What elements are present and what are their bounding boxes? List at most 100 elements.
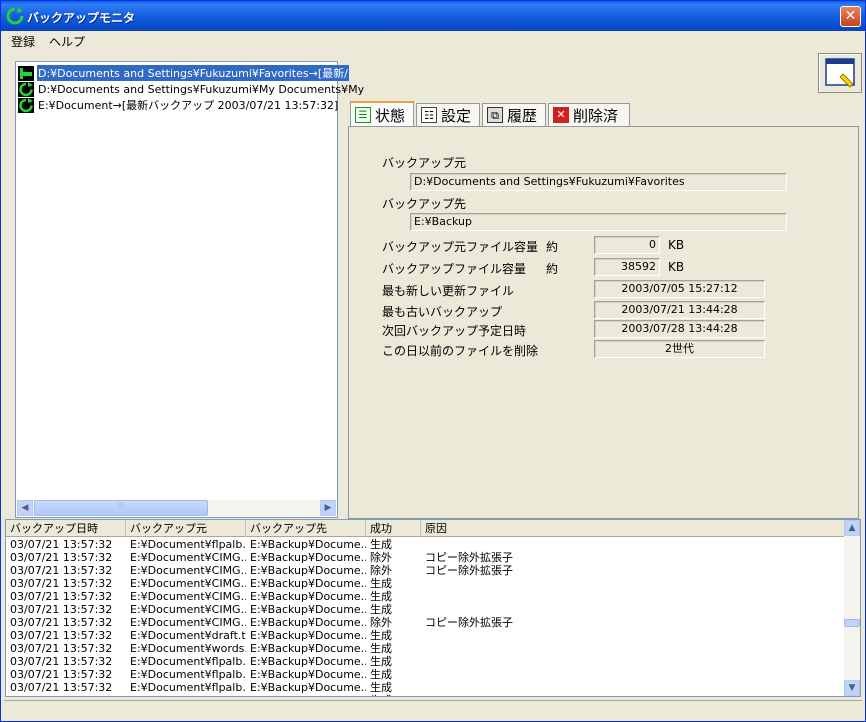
log-cell-dest: E:¥Backup¥Docume... [250,590,366,603]
tree-item-label: D:¥Documents and Settings¥Fukuzumi¥Favor… [37,65,349,81]
delete-before-label: この日以前のファイルを削除 [382,344,539,358]
scroll-down-icon[interactable]: ▼ [844,680,860,696]
log-row[interactable]: 03/07/21 13:57:32 E:¥Document¥CIMG... E:¥B… [6,564,846,577]
log-cell-result: 生成 [370,577,392,590]
tab-history[interactable]: ⧉ 履歴 [482,103,546,126]
log-cell-date: 03/07/21 13:57:32 [10,603,113,616]
tree-item[interactable]: D:¥Documents and Settings¥Fukuzumi¥Favor… [18,65,349,81]
col-header-source[interactable]: バックアップ元 [126,520,246,537]
scroll-left-icon[interactable]: ◀ [17,500,33,516]
scroll-thumb[interactable]: ⁞⁞⁞ [34,500,208,516]
backup-tree[interactable]: D:¥Documents and Settings¥Fukuzumi¥Favor… [15,61,364,518]
tab-deleted-label: 削除済 [573,106,619,125]
menu-bar: 登録 ヘルプ [1,31,865,50]
scroll-right-icon[interactable]: ▶ [320,500,336,516]
log-row[interactable]: 03/07/21 13:57:32E:¥Document¥flpalb...E:… [6,694,846,696]
log-cell-dest: E:¥Backup¥Docume... [250,564,366,577]
log-cell-source: E:¥Document¥flpalb... [130,538,246,551]
log-cell-reason [421,590,846,603]
tab-history-label: 履歴 [507,106,538,125]
log-row[interactable]: 03/07/21 13:57:32 E:¥Document¥CIMG... E:¥B… [6,551,846,564]
log-vertical-scrollbar[interactable]: ▲ ▼ [844,520,860,696]
log-row[interactable]: 03/07/21 13:57:32 E:¥Document¥CIMG... E:¥B… [6,603,846,616]
backup-size-field: 38592 [594,258,660,276]
tab-status[interactable]: ☰ 状態 [350,101,414,127]
log-cell-reason [421,642,846,655]
log-cell-result: 生成 [366,694,421,696]
log-row[interactable]: 03/07/21 13:57:32 E:¥Document¥CIMG... E:¥B… [6,577,846,590]
log-cell-reason [421,681,846,694]
col-header-reason[interactable]: 原因 [421,520,846,537]
tab-settings[interactable]: ☷ 設定 [416,103,480,126]
log-row[interactable]: 03/07/21 13:57:32 E:¥Document¥CIMG... E:¥B… [6,590,846,603]
log-row[interactable]: 03/07/21 13:57:32E:¥Document¥flpalb...E:… [6,538,846,551]
log-cell-dest: E:¥Backup¥Docume... [250,629,366,642]
list-status-icon: ☰ [355,107,371,123]
col-header-result[interactable]: 成功 [366,520,421,537]
log-cell-source: E:¥Document¥CIMG... [130,590,246,603]
log-cell-source: E:¥Document¥flpalb... [126,694,246,696]
log-row[interactable]: 03/07/21 13:57:32 E:¥Document¥words... E:¥… [6,642,846,655]
log-cell-source: E:¥Document¥CIMG... [130,616,246,629]
log-row[interactable]: 03/07/21 13:57:32 E:¥Document¥draft.t... E… [6,629,846,642]
status-panel: バックアップ元 D:¥Documents and Settings¥Fukuzu… [348,126,859,519]
log-cell-date: 03/07/21 13:57:32 [10,655,113,668]
tab-settings-label: 設定 [441,106,472,125]
tree-item-label: E:¥Document→[最新バックアップ 2003/07/21 13:57:3… [38,99,339,112]
main-window: バックアップモニタ ✕ 登録 ヘルプ D:¥Documents and Sett… [0,0,866,722]
title-bar[interactable]: バックアップモニタ ✕ [1,1,865,31]
tree-item[interactable]: D:¥Documents and Settings¥Fukuzumi¥My Do… [18,81,365,97]
tree-item[interactable]: E:¥Document→[最新バックアップ 2003/07/21 13:57:3… [18,97,339,113]
scroll-up-icon[interactable]: ▲ [844,520,860,536]
log-cell-result: 生成 [370,668,392,681]
log-cell-result: 生成 [370,629,392,642]
log-cell-date: 03/07/21 13:57:32 [10,538,113,551]
source-size-label: バックアップ元ファイル容量 [382,240,539,254]
source-size-unit: KB [668,238,685,252]
scroll-thumb[interactable] [844,619,860,627]
backup-log-list[interactable]: バックアップ日時 バックアップ元 バックアップ先 成功 原因 03/07/21 … [5,519,861,697]
newest-file-field: 2003/07/05 15:27:12 [594,280,765,298]
log-cell-dest: E:¥Backup¥Docume... [250,551,366,564]
log-cell-source: E:¥Document¥CIMG... [130,577,246,590]
log-cell-dest: E:¥Backup¥Docume... [250,577,366,590]
log-cell-source: E:¥Document¥flpalb... [130,668,246,681]
col-header-date[interactable]: バックアップ日時 [6,520,126,537]
log-cell-source: E:¥Document¥CIMG... [130,564,246,577]
log-row[interactable]: 03/07/21 13:57:32 E:¥Document¥CIMG... E:¥B… [6,616,846,629]
log-cell-source: E:¥Document¥words... [130,642,246,655]
log-cell-date: 03/07/21 13:57:32 [10,668,113,681]
log-row[interactable]: 03/07/21 13:57:32E:¥Document¥flpalb...E:… [6,668,846,681]
log-row[interactable]: 03/07/21 13:57:32E:¥Document¥flpalb...E:… [6,655,846,668]
log-cell-date: 03/07/21 13:57:32 [10,616,113,629]
tree-item-label: D:¥Documents and Settings¥Fukuzumi¥My Do… [38,82,365,96]
source-size-prefix: 約 [546,240,559,254]
log-cell-reason [421,668,846,681]
backup-size-prefix: 約 [546,262,559,276]
log-cell-source: E:¥Document¥CIMG... [130,551,246,564]
log-cell-result: 除外 [370,564,392,577]
backup-running-icon [18,65,34,81]
dest-path-field: E:¥Backup [410,213,787,231]
log-cell-reason [421,538,846,551]
menu-help[interactable]: ヘルプ [49,33,85,50]
source-size-field: 0 [594,236,660,254]
refresh-icon [18,97,34,113]
log-cell-reason [421,629,846,642]
monitor-window-button[interactable] [818,53,862,93]
refresh-app-icon [6,7,24,25]
log-cell-reason [421,694,846,696]
menu-register[interactable]: 登録 [11,33,35,50]
tree-horizontal-scrollbar[interactable]: ◀ ⁞⁞⁞ ▶ [17,500,336,516]
log-cell-date: 03/07/21 13:57:32 [6,694,126,696]
delete-icon: ✕ [553,107,569,123]
next-backup-label: 次回バックアップ予定日時 [382,324,527,338]
tab-deleted[interactable]: ✕ 削除済 [548,103,630,126]
next-backup-field: 2003/07/28 13:44:28 [594,320,765,338]
log-row[interactable]: 03/07/21 13:57:32E:¥Document¥flpalb...E:… [6,681,846,694]
log-cell-reason: コピー除外拡張子 [425,616,513,629]
col-header-dest[interactable]: バックアップ先 [246,520,366,537]
close-button[interactable]: ✕ [840,6,861,27]
log-cell-date: 03/07/21 13:57:32 [10,681,113,694]
log-cell-result: 除外 [370,551,392,564]
